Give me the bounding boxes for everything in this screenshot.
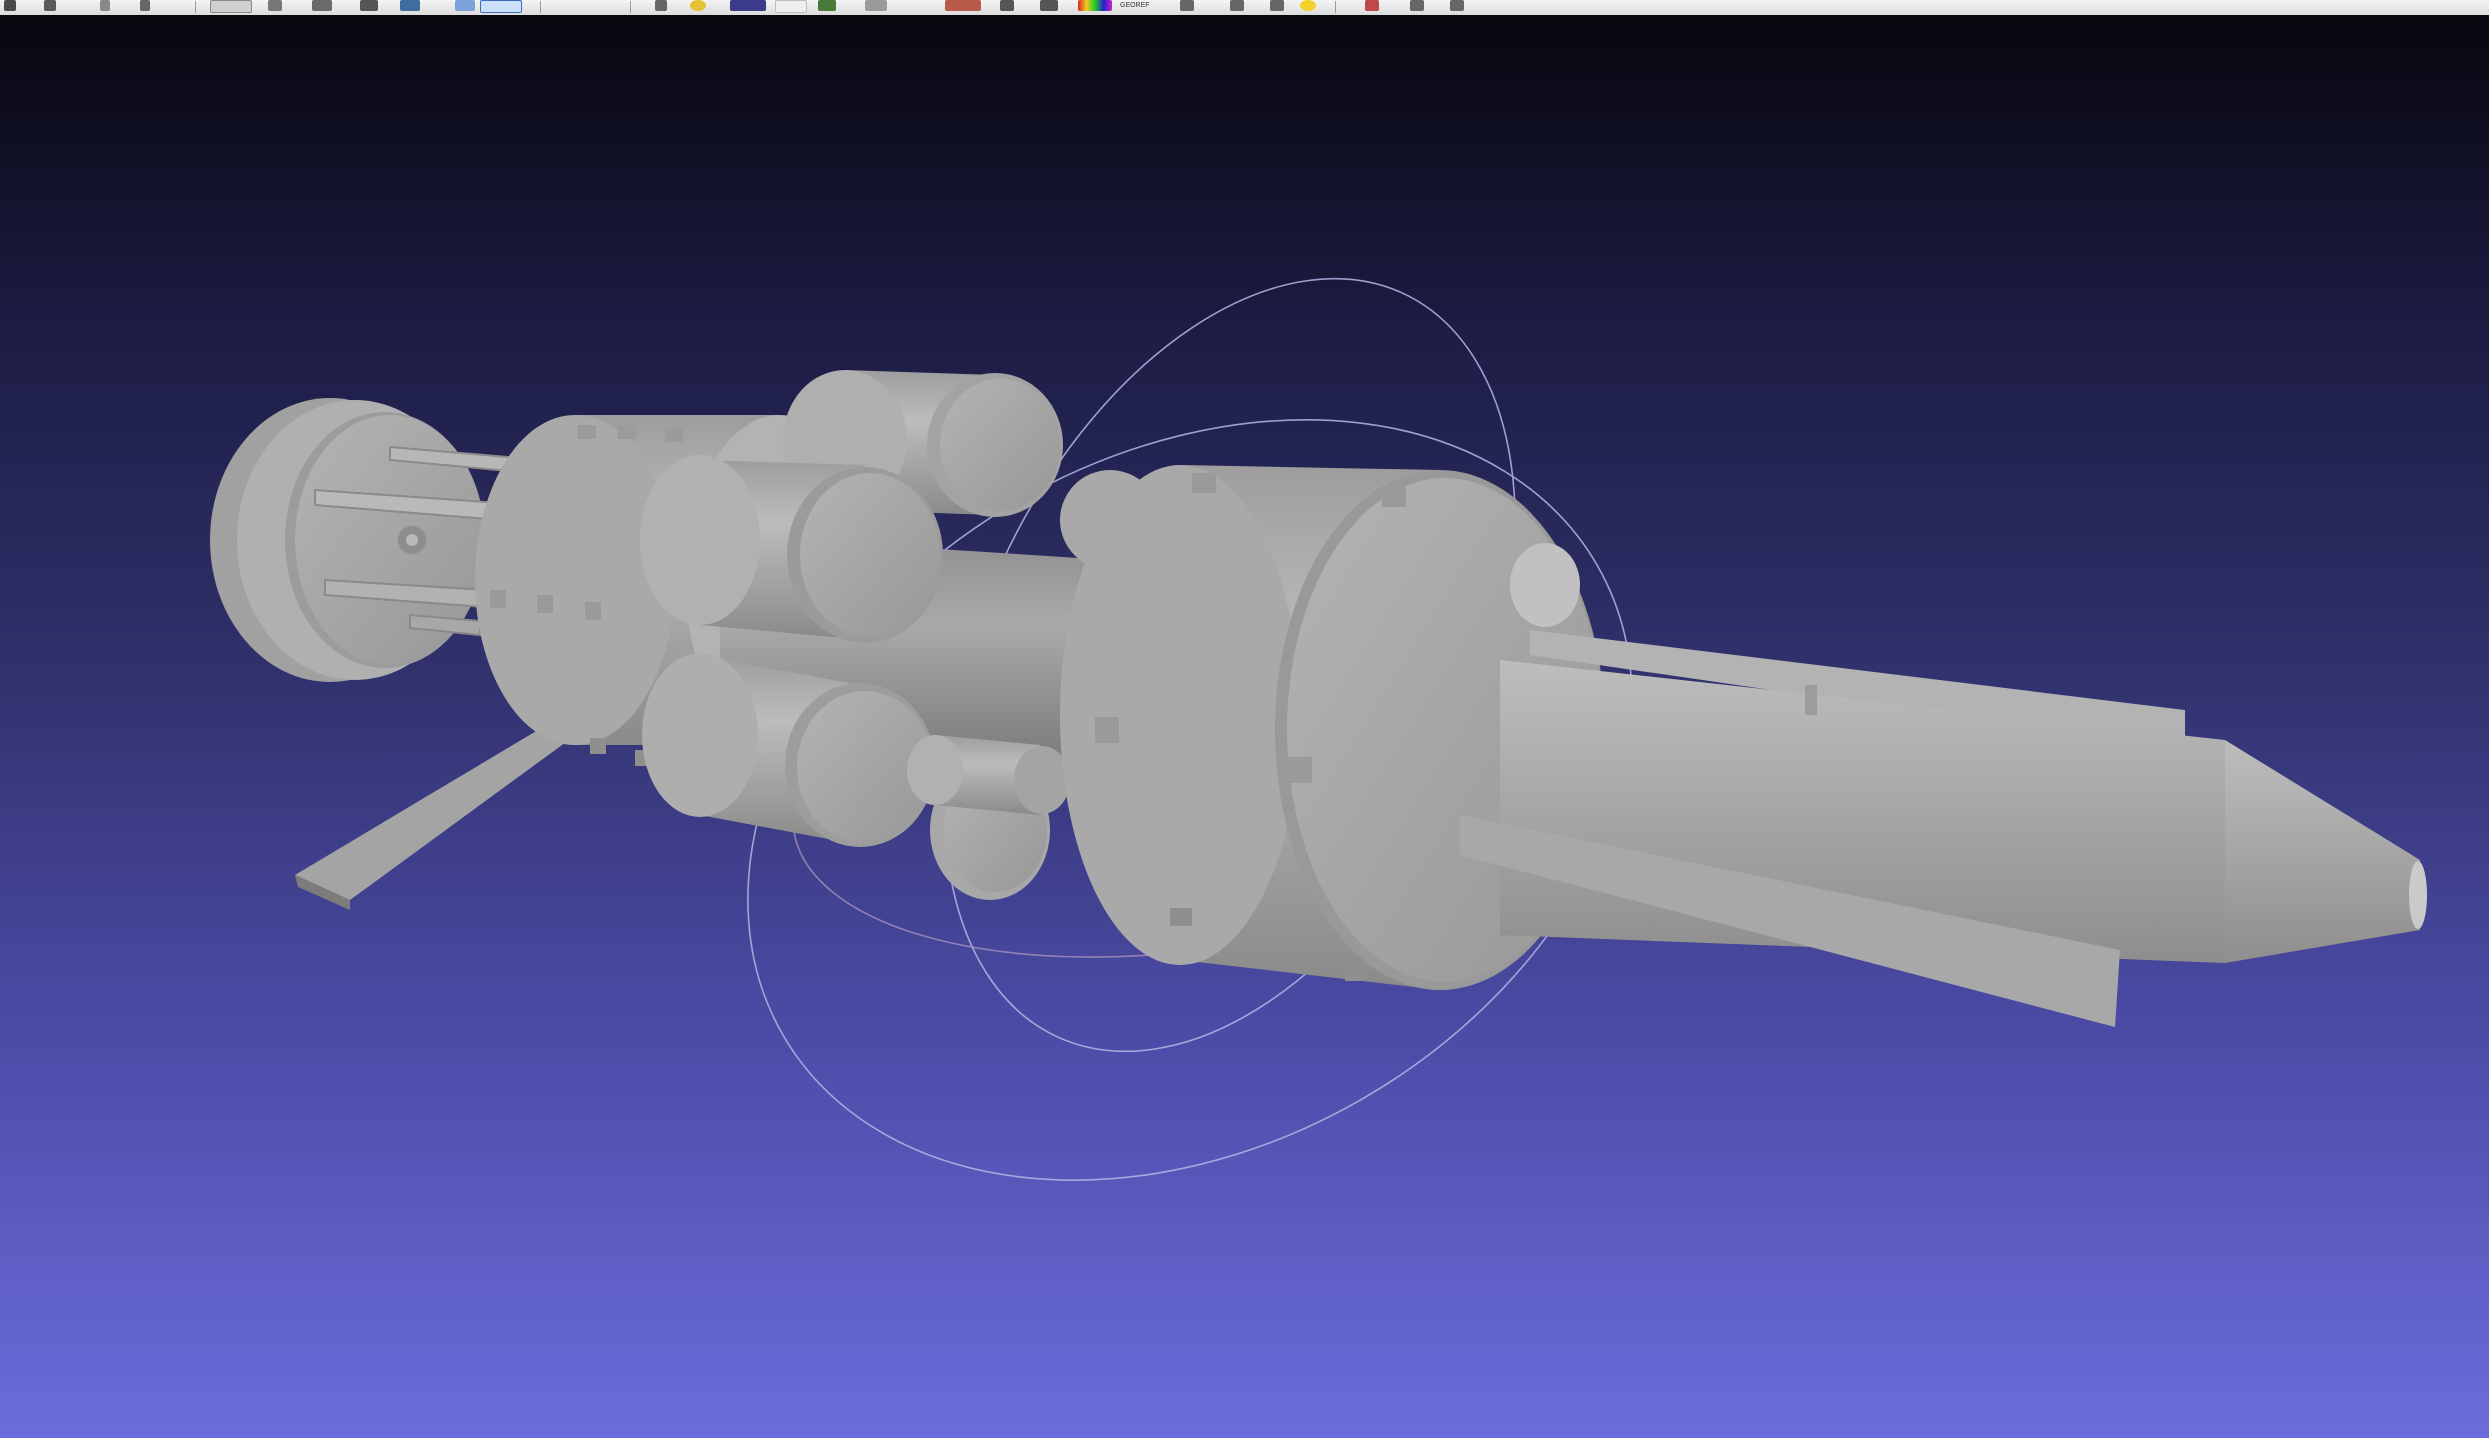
measure-icon[interactable]: [1270, 0, 1284, 11]
smiley-icon[interactable]: [690, 0, 706, 11]
pickpoints-icon[interactable]: [945, 0, 981, 11]
toolbar-separator: [630, 1, 631, 13]
arrow-icon[interactable]: [1410, 0, 1424, 11]
save-icon[interactable]: [44, 0, 56, 11]
measure-icon[interactable]: [1450, 0, 1464, 11]
3d-viewport[interactable]: [0, 15, 2489, 1438]
mesh-render[interactable]: [0, 15, 2489, 1438]
rear-dish: [210, 398, 485, 682]
small-thruster: [907, 735, 1070, 815]
dome: [1510, 543, 1580, 627]
info-icon[interactable]: [1230, 0, 1244, 11]
measure-icon[interactable]: [360, 0, 378, 11]
light-icon[interactable]: [818, 0, 836, 11]
wireframe-icon[interactable]: [775, 0, 807, 13]
info-icon[interactable]: [400, 0, 420, 11]
colorize-label: GEOREF: [1120, 2, 1150, 9]
file-icon[interactable]: [4, 0, 16, 11]
paint-icon[interactable]: [865, 0, 887, 11]
toolbar-separator: [195, 1, 196, 13]
toolbar-separator: [540, 1, 541, 13]
layer-active-icon[interactable]: [480, 0, 522, 13]
smiley-yellow-icon[interactable]: [1300, 0, 1316, 11]
delete-icon[interactable]: [1180, 0, 1194, 11]
colorize-icon[interactable]: [1078, 0, 1112, 11]
paint-icon[interactable]: [1365, 0, 1379, 11]
color-swatch-icon[interactable]: [730, 0, 766, 11]
nose-cone: [1460, 630, 2427, 1027]
upper-left-tank: [640, 455, 943, 643]
layer-icon[interactable]: [455, 0, 475, 11]
transform-icon[interactable]: [1040, 0, 1058, 11]
zoom-icon[interactable]: [655, 0, 667, 11]
main-toolbar: GEOREF: [0, 0, 2489, 16]
rotate-icon[interactable]: [1000, 0, 1014, 11]
undo-icon[interactable]: [100, 0, 110, 11]
toolbar-separator: [1335, 1, 1336, 13]
selection-icon[interactable]: [268, 0, 282, 11]
align-icon[interactable]: [312, 0, 332, 11]
arrow-icon[interactable]: [140, 0, 150, 11]
snapshot-icon[interactable]: [210, 0, 252, 13]
